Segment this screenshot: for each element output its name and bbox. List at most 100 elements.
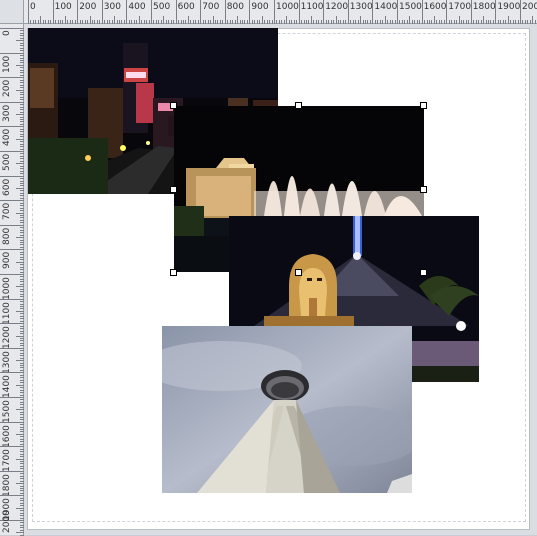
- ruler-minor-tick: [205, 20, 207, 24]
- ruler-minor-tick: [119, 20, 121, 24]
- ruler-minor-tick: [507, 16, 509, 24]
- ruler-minor-tick: [207, 20, 209, 24]
- ruler-minor-tick: [20, 369, 24, 371]
- ruler-minor-tick: [217, 20, 219, 24]
- ruler-label: 1700: [2, 449, 12, 473]
- ruler-minor-tick: [20, 365, 24, 367]
- ruler-minor-tick: [433, 16, 435, 24]
- ruler-minor-tick: [310, 16, 312, 24]
- ruler-minor-tick: [20, 404, 24, 406]
- ruler-minor-tick: [20, 155, 24, 157]
- photo-stratosphere-tower[interactable]: [162, 326, 412, 493]
- ruler-major-tick: [446, 0, 448, 24]
- ruler-major-tick: [274, 0, 275, 24]
- ruler-minor-tick: [20, 443, 24, 445]
- ruler-minor-tick: [20, 357, 24, 359]
- ruler-minor-tick: [94, 20, 96, 24]
- resize-handle-bottom-center[interactable]: [295, 269, 302, 276]
- horizontal-ruler[interactable]: 0 100 200 300 400 500 600 700 800 900 1000 1100 1200…: [24, 0, 537, 24]
- ruler-minor-tick: [350, 20, 352, 24]
- ruler-minor-tick: [79, 20, 81, 24]
- ruler-minor-tick: [20, 32, 24, 34]
- ruler-minor-tick: [42, 20, 44, 24]
- ruler-minor-tick: [20, 345, 24, 347]
- ruler-label: 800: [2, 227, 12, 245]
- ruler-minor-tick: [20, 399, 24, 401]
- ruler-minor-tick: [111, 20, 113, 24]
- ruler-minor-tick: [20, 143, 24, 145]
- ruler-minor-tick: [20, 173, 24, 175]
- ruler-minor-tick: [20, 251, 24, 253]
- ruler-minor-tick: [512, 20, 514, 24]
- ruler-minor-tick: [291, 20, 293, 24]
- ruler-minor-tick: [20, 128, 24, 130]
- ruler-minor-tick: [337, 20, 339, 24]
- resize-handle-top-left[interactable]: [170, 102, 177, 109]
- ruler-minor-tick: [232, 20, 234, 24]
- ruler-minor-tick: [20, 414, 24, 416]
- resize-handle-bottom-right[interactable]: [420, 269, 427, 276]
- ruler-minor-tick: [20, 296, 24, 298]
- ruler-minor-tick: [173, 20, 175, 24]
- ruler-minor-tick: [20, 168, 24, 170]
- ruler-minor-tick: [128, 20, 130, 24]
- ruler-minor-tick: [20, 320, 24, 322]
- ruler-minor-tick: [20, 411, 24, 413]
- ruler-major-tick: [0, 52, 24, 54]
- ruler-major-tick: [0, 274, 24, 275]
- ruler-minor-tick: [190, 20, 192, 24]
- ruler-major-tick: [0, 470, 24, 472]
- ruler-minor-tick: [20, 190, 24, 192]
- ruler-minor-tick: [16, 187, 24, 189]
- ruler-major-tick: [0, 101, 24, 103]
- ruler-minor-tick: [20, 256, 24, 258]
- ruler-minor-tick: [182, 20, 184, 24]
- ruler-label: 100: [54, 2, 72, 12]
- ruler-minor-tick: [20, 106, 24, 108]
- ruler-minor-tick: [20, 315, 24, 317]
- ruler-label: 1900: [497, 2, 521, 12]
- ruler-minor-tick: [458, 16, 460, 24]
- ruler-minor-tick: [20, 104, 24, 106]
- ruler-minor-tick: [20, 441, 24, 443]
- ruler-minor-tick: [20, 180, 24, 182]
- ruler-label: 1000: [2, 277, 12, 300]
- ruler-minor-tick: [492, 20, 494, 24]
- ruler-label: 0: [30, 2, 36, 12]
- resize-handle-middle-left[interactable]: [170, 186, 177, 193]
- ruler-label: 1100: [300, 2, 324, 12]
- ruler-label: 2000: [522, 2, 537, 12]
- resize-handle-middle-right[interactable]: [420, 186, 427, 193]
- ruler-major-tick: [0, 446, 24, 448]
- ruler-minor-tick: [16, 384, 24, 386]
- ruler-minor-tick: [91, 20, 93, 24]
- ruler-minor-tick: [532, 16, 534, 24]
- ruler-major-tick: [0, 397, 24, 398]
- ruler-minor-tick: [296, 20, 298, 24]
- ruler-minor-tick: [219, 20, 221, 24]
- resize-handle-bottom-left[interactable]: [170, 269, 177, 276]
- ruler-minor-tick: [20, 500, 24, 502]
- resize-handle-top-right[interactable]: [420, 102, 427, 109]
- vertical-ruler[interactable]: 0 100 200 300 400 500 600 700 800 900 1000 1100 1200…: [0, 24, 24, 536]
- ruler-major-tick: [224, 0, 226, 24]
- ruler-minor-tick: [20, 424, 24, 426]
- ruler-minor-tick: [20, 478, 24, 480]
- ruler-label: 700: [202, 2, 220, 12]
- ruler-minor-tick: [82, 20, 84, 24]
- ruler-minor-tick: [20, 426, 24, 428]
- ruler-minor-tick: [16, 360, 24, 362]
- ruler-minor-tick: [20, 185, 24, 187]
- ruler-minor-tick: [20, 355, 24, 357]
- ruler-label: 500: [2, 153, 12, 171]
- resize-handle-top-center[interactable]: [295, 102, 302, 109]
- ruler-major-tick: [200, 0, 202, 24]
- ruler-minor-tick: [20, 69, 24, 71]
- ruler-minor-tick: [288, 20, 290, 24]
- ruler-major-tick: [101, 0, 103, 24]
- ruler-minor-tick: [20, 232, 24, 234]
- ruler-minor-tick: [428, 20, 430, 24]
- ruler-major-tick: [0, 323, 24, 325]
- ruler-minor-tick: [20, 37, 24, 39]
- ruler-minor-tick: [20, 276, 24, 278]
